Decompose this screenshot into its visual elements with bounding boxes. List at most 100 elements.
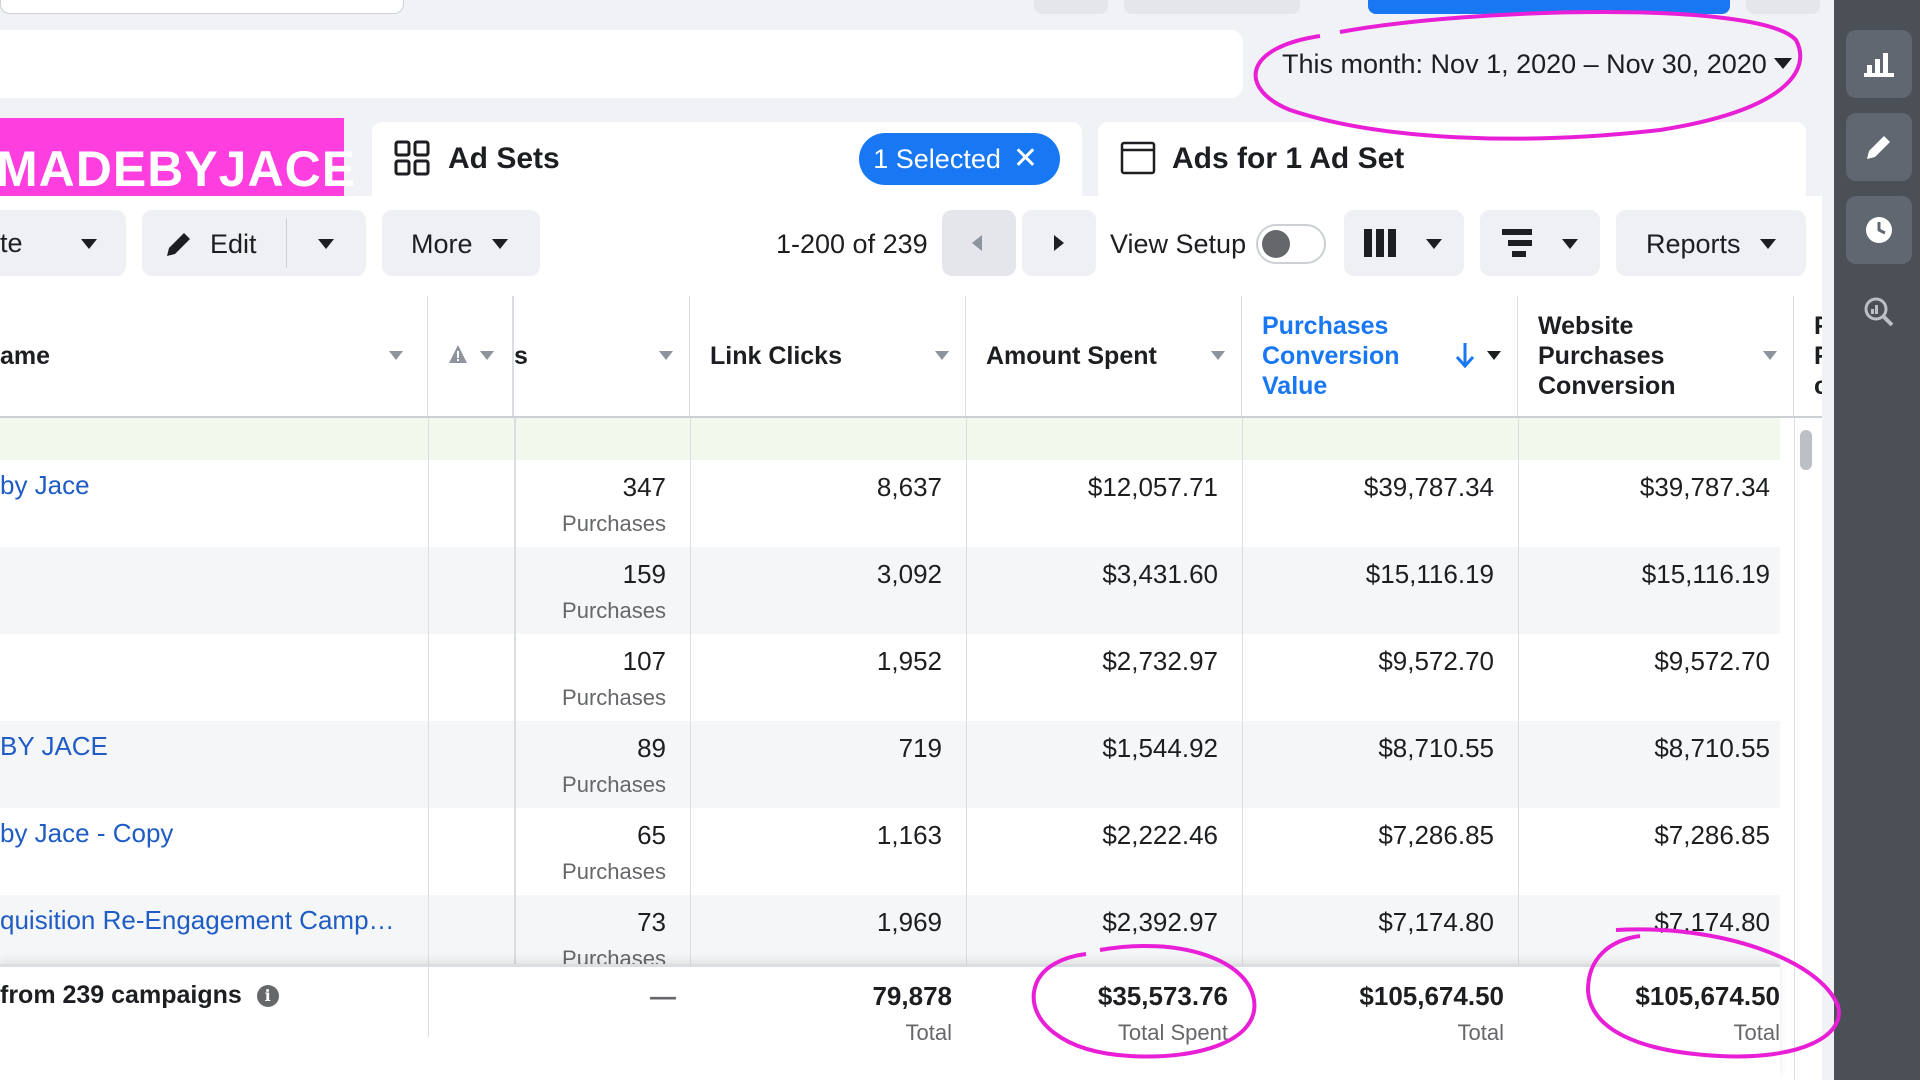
duplicate-button[interactable]: te (0, 210, 126, 276)
columns-button[interactable] (1344, 210, 1464, 276)
ad-frame-icon (1120, 141, 1156, 175)
column-header-results[interactable]: s (514, 296, 690, 416)
rail-history-button[interactable] (1846, 196, 1912, 264)
table-row[interactable]: 159 Purchases 3,092 $3,431.60 $15,116.19 $15,… (0, 547, 1780, 634)
breakdown-button[interactable] (1480, 210, 1600, 276)
row-amount-spent: $3,431.60 (1102, 559, 1218, 589)
row-name-link[interactable] (0, 547, 420, 634)
totals-label: from 239 campaigns (0, 981, 242, 1009)
row-amount-spent: $12,057.71 (1087, 472, 1218, 502)
row-results: 65 (637, 820, 666, 850)
next-page-button[interactable] (1022, 210, 1096, 276)
search-chart-icon (1864, 297, 1894, 327)
toolbar-button-top-3[interactable] (1746, 0, 1820, 14)
totals-wpc-sub: Total (1733, 1020, 1780, 1045)
chevron-down-icon[interactable] (935, 351, 949, 360)
selected-chip-label: 1 Selected (873, 143, 1001, 174)
row-results-cell: 159 Purchases (514, 547, 666, 634)
chevron-down-icon[interactable] (1211, 351, 1225, 360)
totals-row: from 239 campaigns i — 79,878 Total $35,… (0, 964, 1780, 1080)
totals-amount-spent-cell: $35,573.76 Total Spent (966, 967, 1228, 1046)
chevron-down-icon[interactable] (318, 239, 334, 249)
more-label: More (411, 229, 473, 259)
reports-label: Reports (1646, 229, 1741, 259)
column-header-purchases-conversion-value[interactable]: Purchases Conversion Value (1242, 296, 1518, 416)
column-header-next[interactable]: F F c (1794, 296, 1822, 416)
column-header-results-label: s (514, 342, 528, 370)
column-header-name-label: ame (0, 342, 51, 370)
row-link-clicks: 8,637 (876, 472, 942, 502)
row-name-link[interactable]: by Jace - Copy (0, 808, 420, 895)
chevron-down-icon[interactable] (1763, 351, 1777, 360)
primary-button-top[interactable] (1368, 0, 1730, 14)
chevron-down-icon[interactable] (81, 239, 97, 249)
sort-descending-icon[interactable] (1455, 342, 1475, 368)
totals-pcv-cell: $105,674.50 Total (1242, 967, 1504, 1046)
row-results-cell: 89 Purchases (514, 721, 666, 808)
data-table: ame s Link Clicks Amount Spent Purchases… (0, 296, 1822, 1080)
totals-wpc: $105,674.50 (1635, 981, 1780, 1011)
chevron-down-icon (1426, 239, 1442, 249)
row-name-link[interactable]: by Jace (0, 460, 420, 547)
totals-pcv-sub: Total (1457, 1020, 1504, 1045)
table-row[interactable]: by Jace 347 Purchases 8,637 $12,057.71 $39,78… (0, 460, 1780, 547)
column-header-delivery[interactable] (428, 296, 514, 416)
column-header-amount-spent[interactable]: Amount Spent (966, 296, 1242, 416)
table-header: ame s Link Clicks Amount Spent Purchases… (0, 296, 1822, 418)
row-name-link[interactable]: BY JACE (0, 721, 420, 808)
divider (1794, 418, 1795, 1080)
row-purchases-conversion-value: $7,286.85 (1378, 820, 1494, 850)
info-icon[interactable]: i (256, 985, 279, 1008)
toggle-knob (1262, 230, 1290, 258)
chevron-down-icon[interactable] (389, 351, 403, 360)
clock-icon (1866, 217, 1892, 243)
divider (428, 967, 429, 1037)
chevron-down-icon[interactable] (659, 351, 673, 360)
table-row[interactable]: BY JACE 89 Purchases 719 $1,544.92 $8,710.55 $… (0, 721, 1780, 808)
row-results-cell: 107 Purchases (514, 634, 666, 721)
divider (286, 218, 287, 268)
rail-charts-button[interactable] (1846, 30, 1912, 98)
brand-text: MADEBYJACE (0, 141, 357, 197)
table-row[interactable]: by Jace - Copy 65 Purchases 1,163 $2,222.46 $… (0, 808, 1780, 895)
table-row[interactable]: 107 Purchases 1,952 $2,732.97 $9,572.70 $9,57… (0, 634, 1780, 721)
pagination-text: 1-200 of 239 (776, 229, 928, 259)
view-setup-toggle[interactable] (1256, 224, 1326, 264)
search-field-top[interactable] (0, 0, 404, 14)
row-results: 73 (637, 907, 666, 937)
date-range-picker[interactable]: This month: Nov 1, 2020 – Nov 30, 2020 (1260, 32, 1800, 96)
chevron-left-icon (972, 235, 982, 251)
chevron-down-icon[interactable] (480, 351, 494, 360)
row-website-purchases-conversion: $9,572.70 (1654, 646, 1770, 676)
toolbar-button-top-2[interactable] (1124, 0, 1300, 14)
totals-amount-spent-sub: Total Spent (1117, 1020, 1228, 1045)
row-name-link[interactable] (0, 634, 420, 721)
rail-inspect-button[interactable] (1846, 278, 1912, 346)
edit-button[interactable]: Edit (142, 210, 366, 276)
chevron-down-icon (1562, 239, 1578, 249)
reports-button[interactable]: Reports (1616, 210, 1806, 276)
breakdown-icon (1502, 229, 1532, 257)
chevron-down-icon[interactable] (1487, 351, 1501, 360)
divider (428, 418, 429, 964)
column-header-name[interactable]: ame (0, 296, 428, 416)
selected-chip[interactable]: 1 Selected ✕ (859, 133, 1060, 185)
rail-edit-button[interactable] (1846, 113, 1912, 181)
close-icon[interactable]: ✕ (1013, 144, 1038, 174)
chevron-down-icon (492, 239, 508, 249)
top-strip (0, 0, 1834, 18)
toolbar-button-top[interactable] (1034, 0, 1108, 14)
totals-label-cell: from 239 campaigns i (0, 967, 428, 1010)
row-results: 89 (637, 733, 666, 763)
previous-page-button[interactable] (942, 210, 1016, 276)
row-results: 159 (622, 559, 666, 589)
scrollbar[interactable] (1800, 430, 1812, 470)
row-website-purchases-conversion: $15,116.19 (1641, 559, 1770, 589)
column-header-website-purchases-conversion[interactable]: Website Purchases Conversion (1518, 296, 1794, 416)
more-button[interactable]: More (382, 210, 540, 276)
search-filter-bar[interactable] (0, 30, 1243, 98)
column-header-link-clicks[interactable]: Link Clicks (690, 296, 966, 416)
tab-ads[interactable]: Ads for 1 Ad Set (1098, 122, 1806, 196)
row-purchases-conversion-value: $9,572.70 (1378, 646, 1494, 676)
tab-ad-sets[interactable]: Ad Sets 1 Selected ✕ (372, 122, 1082, 196)
